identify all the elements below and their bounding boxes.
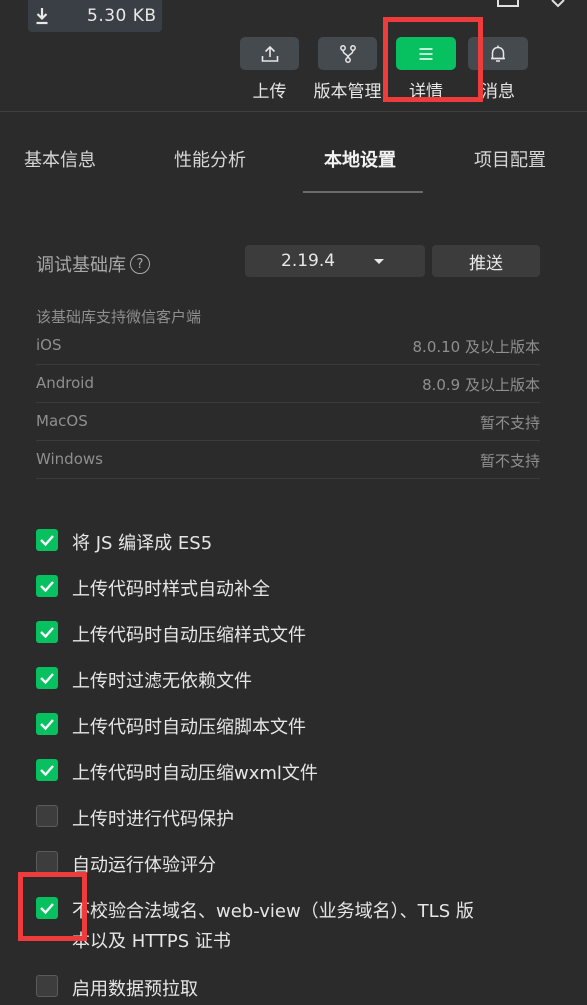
option-label: 上传时过滤无依赖文件 [72, 671, 252, 692]
option-label: 上传代码时自动压缩样式文件 [72, 625, 306, 646]
checkbox-unchecked[interactable] [36, 851, 58, 873]
check-icon [40, 627, 54, 639]
bell-icon [491, 45, 505, 62]
toolbar: 5.30 KB 上传 版本管理 详情 消息 [0, 0, 587, 112]
messages-button[interactable] [468, 37, 528, 70]
checkbox-checked[interactable] [36, 621, 58, 643]
support-title: 该基础库支持微信客户端 [36, 308, 202, 326]
version-management-button[interactable] [318, 37, 377, 70]
chevron-down-icon [374, 259, 384, 264]
support-os: Android [36, 374, 94, 392]
support-version: 暂不支持 [479, 414, 540, 432]
checkbox-unchecked[interactable] [36, 805, 58, 827]
checkbox-checked[interactable] [36, 575, 58, 597]
details-button[interactable] [396, 37, 456, 70]
tab-local-settings[interactable]: 本地设置 [324, 146, 396, 172]
option-label: 上传时进行代码保护 [72, 809, 234, 830]
menu-icon [419, 47, 433, 60]
check-icon [40, 581, 54, 593]
debug-sdk-label-text: 调试基础库 [36, 255, 126, 276]
download-size-text: 5.30 KB [87, 6, 157, 26]
support-version: 暂不支持 [479, 452, 540, 470]
restore-window-icon[interactable] [494, 0, 524, 10]
check-icon [40, 765, 54, 777]
option-label: 上传代码时自动压缩wxml文件 [72, 763, 318, 784]
download-size-indicator: 5.30 KB [28, 0, 162, 32]
option-label: 自动运行体验评分 [72, 855, 216, 876]
checkbox-checked[interactable] [36, 713, 58, 735]
help-icon[interactable]: ? [130, 254, 150, 274]
option-label: 上传代码时样式自动补全 [72, 579, 270, 600]
check-icon [40, 719, 54, 731]
active-tab-indicator [303, 191, 423, 193]
push-button[interactable]: 推送 [432, 245, 540, 277]
option-label-line1: 不校验合法域名、web-view（业务域名）、TLS 版 [72, 901, 474, 922]
messages-label[interactable]: 消息 [468, 77, 528, 102]
version-management-label[interactable]: 版本管理 [306, 77, 389, 102]
upload-button[interactable] [240, 37, 299, 70]
support-os: MacOS [36, 412, 88, 430]
tab-basic-info[interactable]: 基本信息 [24, 146, 96, 172]
option-label-line2: 本以及 HTTPS 证书 [72, 931, 231, 952]
details-label[interactable]: 详情 [396, 77, 456, 102]
checkbox-checked[interactable] [36, 529, 58, 551]
upload-label[interactable]: 上传 [240, 77, 299, 102]
branch-icon [339, 44, 356, 63]
support-row-windows: Windows 暂不支持 [36, 441, 540, 479]
option-label: 上传代码时自动压缩脚本文件 [72, 717, 306, 738]
close-window-icon[interactable] [546, 0, 576, 10]
support-os: iOS [36, 336, 62, 354]
tab-bar: 基本信息 性能分析 本地设置 项目配置 [0, 112, 587, 194]
support-os: Windows [36, 450, 103, 468]
check-icon [40, 535, 54, 547]
support-row-macos: MacOS 暂不支持 [36, 403, 540, 441]
checkbox-checked[interactable] [36, 897, 58, 919]
download-icon [36, 8, 48, 25]
support-row-ios: iOS 8.0.10 及以上版本 [36, 327, 540, 365]
checkbox-unchecked[interactable] [36, 975, 58, 997]
checkbox-checked[interactable] [36, 759, 58, 781]
support-row-android: Android 8.0.9 及以上版本 [36, 365, 540, 403]
check-icon [40, 673, 54, 685]
support-version: 8.0.10 及以上版本 [412, 338, 540, 356]
upload-icon [261, 45, 278, 62]
tab-project-config[interactable]: 项目配置 [474, 146, 546, 172]
support-version: 8.0.9 及以上版本 [422, 376, 540, 394]
check-icon [40, 903, 54, 915]
tab-performance[interactable]: 性能分析 [174, 146, 246, 172]
checkbox-checked[interactable] [36, 667, 58, 689]
debug-sdk-label: 调试基础库 ? [36, 251, 150, 277]
option-label: 启用数据预拉取 [72, 979, 198, 1000]
sdk-version-select[interactable]: 2.19.4 [245, 245, 425, 277]
option-label: 将 JS 编译成 ES5 [72, 533, 213, 554]
sdk-version-value: 2.19.4 [281, 251, 336, 271]
